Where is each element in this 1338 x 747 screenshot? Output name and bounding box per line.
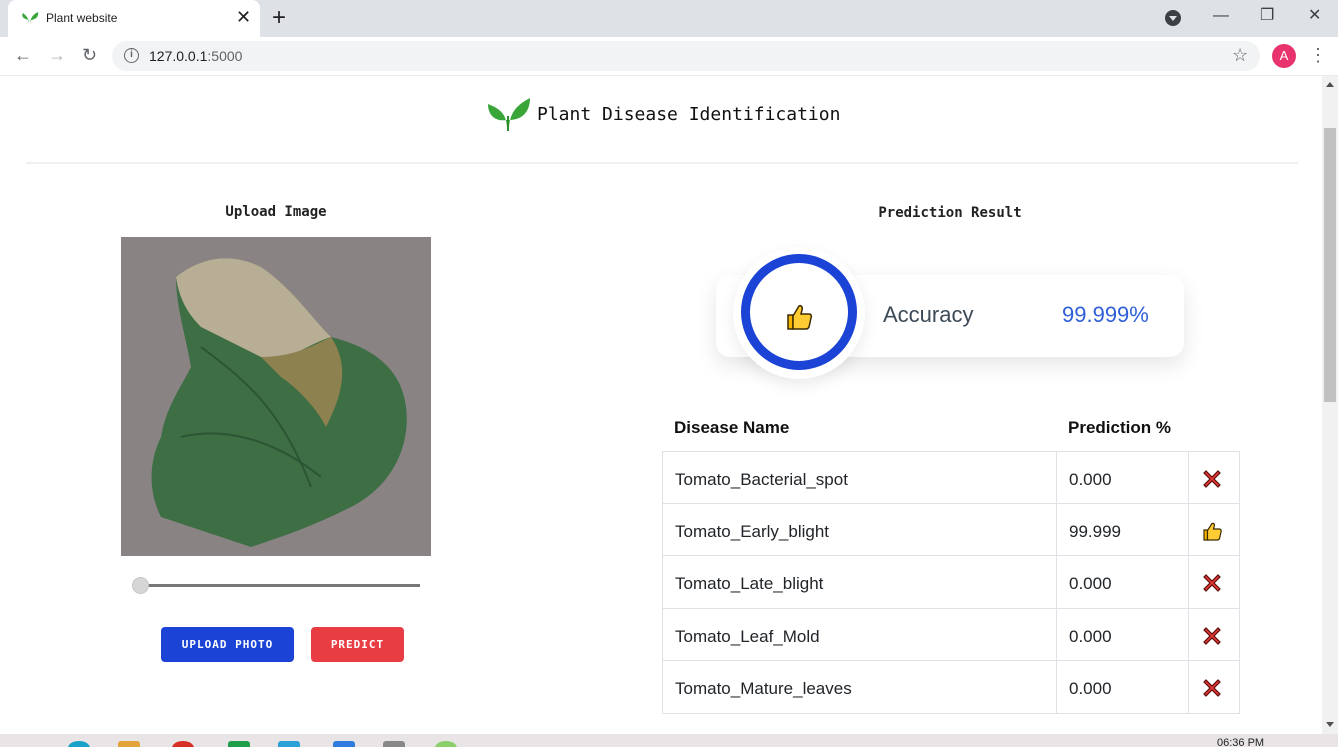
taskbar-app-icon[interactable] — [383, 741, 405, 747]
url-text: 127.0.0.1:5000 — [149, 48, 243, 64]
minimize-icon[interactable]: — — [1213, 6, 1229, 26]
predict-button[interactable]: PREDICT — [311, 627, 404, 662]
page-viewport: Plant Disease Identification Upload Imag… — [0, 76, 1322, 734]
upload-heading: Upload Image — [225, 204, 327, 220]
prediction-table-body: Tomato_Bacterial_spot 0.000 Tomato_Early_b… — [662, 451, 1240, 714]
prediction-table-header: Disease Name Prediction % — [662, 414, 1240, 452]
restore-icon[interactable]: ❐ — [1260, 6, 1274, 26]
taskbar-app-icon[interactable] — [68, 741, 90, 747]
disease-name-cell: Tomato_Mature_leaves — [675, 679, 852, 698]
header-divider — [26, 162, 1298, 164]
table-row: Tomato_Mature_leaves 0.000 — [662, 661, 1240, 714]
disease-name-cell: Tomato_Late_blight — [675, 574, 824, 593]
table-row: Tomato_Bacterial_spot 0.000 — [662, 451, 1240, 504]
cell-divider — [1056, 608, 1057, 660]
tab-title: Plant website — [46, 11, 118, 25]
taskbar-app-icon[interactable] — [278, 741, 300, 747]
address-bar[interactable]: i 127.0.0.1:5000 — [112, 41, 1260, 71]
result-heading: Prediction Result — [878, 205, 1022, 221]
taskbar-folder-icon[interactable] — [118, 741, 140, 747]
plant-favicon-icon — [22, 12, 39, 25]
upload-photo-button[interactable]: UPLOAD PHOTO — [161, 627, 294, 662]
slider-handle[interactable] — [132, 577, 149, 594]
cell-divider — [1056, 556, 1057, 608]
thumbs-up-icon — [787, 305, 813, 330]
browser-tab-strip: Plant website ✕ + — ❐ ✕ — [0, 0, 1338, 37]
os-taskbar: 06:36 PM — [0, 734, 1338, 747]
table-row: Tomato_Leaf_Mold 0.000 — [662, 608, 1240, 661]
cell-divider — [1188, 503, 1189, 555]
taskbar-app-icon[interactable] — [333, 741, 355, 747]
taskbar-chrome-icon[interactable] — [172, 741, 194, 747]
disease-name-cell: Tomato_Early_blight — [675, 521, 830, 541]
taskbar-app-icon[interactable] — [435, 741, 457, 747]
page-scrollbar[interactable] — [1322, 76, 1338, 734]
prediction-percent-cell: 99.999 — [1069, 521, 1121, 541]
image-slider[interactable] — [132, 576, 422, 596]
cell-divider — [1188, 452, 1189, 503]
site-info-icon[interactable]: i — [124, 48, 139, 63]
cell-divider — [1188, 608, 1189, 660]
taskbar-clock: 06:36 PM — [1217, 737, 1265, 747]
table-row: Tomato_Late_blight 0.000 — [662, 556, 1240, 609]
reload-icon[interactable]: ↻ — [82, 45, 97, 65]
disease-name-cell: Tomato_Leaf_Mold — [675, 626, 820, 646]
accuracy-label: Accuracy — [883, 302, 974, 327]
back-icon[interactable]: ← — [14, 45, 32, 65]
uploaded-leaf-image — [121, 237, 431, 556]
disease-name-cell: Tomato_Bacterial_spot — [675, 470, 848, 489]
column-header-prediction: Prediction % — [1068, 418, 1171, 437]
plant-logo-icon — [488, 98, 530, 131]
scrollbar-thumb[interactable] — [1324, 128, 1336, 402]
cross-icon — [1201, 677, 1223, 699]
table-row: Tomato_Early_blight 99.999 — [662, 503, 1240, 556]
browser-tab[interactable]: Plant website ✕ — [8, 0, 260, 37]
window-close-icon[interactable]: ✕ — [1308, 6, 1321, 26]
slider-track — [140, 584, 420, 587]
browser-toolbar: ← → ↻ i 127.0.0.1:5000 ☆ A ⋮ — [0, 37, 1338, 76]
accuracy-value: 99.999% — [1062, 302, 1149, 327]
taskbar-app-icon[interactable] — [228, 741, 250, 747]
cross-icon — [1201, 572, 1223, 594]
scroll-up-icon[interactable] — [1326, 82, 1334, 87]
browser-menu-icon[interactable]: ⋮ — [1309, 45, 1327, 65]
thumbs-up-icon — [1201, 520, 1223, 542]
site-header: Plant Disease Identification — [486, 90, 846, 134]
profile-dropdown-icon[interactable] — [1165, 10, 1181, 26]
prediction-percent-cell: 0.000 — [1069, 470, 1112, 489]
page-title: Plant Disease Identification — [537, 104, 841, 125]
prediction-percent-cell: 0.000 — [1069, 626, 1112, 646]
cross-icon — [1201, 468, 1223, 490]
forward-icon[interactable]: → — [48, 45, 66, 65]
cell-divider — [1188, 661, 1189, 713]
cell-divider — [1056, 503, 1057, 555]
new-tab-icon[interactable]: + — [272, 4, 286, 32]
scroll-down-icon[interactable] — [1326, 722, 1334, 727]
prediction-percent-cell: 0.000 — [1069, 679, 1112, 698]
close-tab-icon[interactable]: ✕ — [236, 7, 251, 27]
cell-divider — [1056, 661, 1057, 713]
bookmark-star-icon[interactable]: ☆ — [1232, 45, 1248, 65]
cell-divider — [1188, 556, 1189, 608]
cell-divider — [1056, 452, 1057, 503]
cross-icon — [1201, 625, 1223, 647]
column-header-disease: Disease Name — [674, 418, 790, 437]
prediction-percent-cell: 0.000 — [1069, 574, 1112, 593]
profile-avatar[interactable]: A — [1272, 44, 1296, 68]
